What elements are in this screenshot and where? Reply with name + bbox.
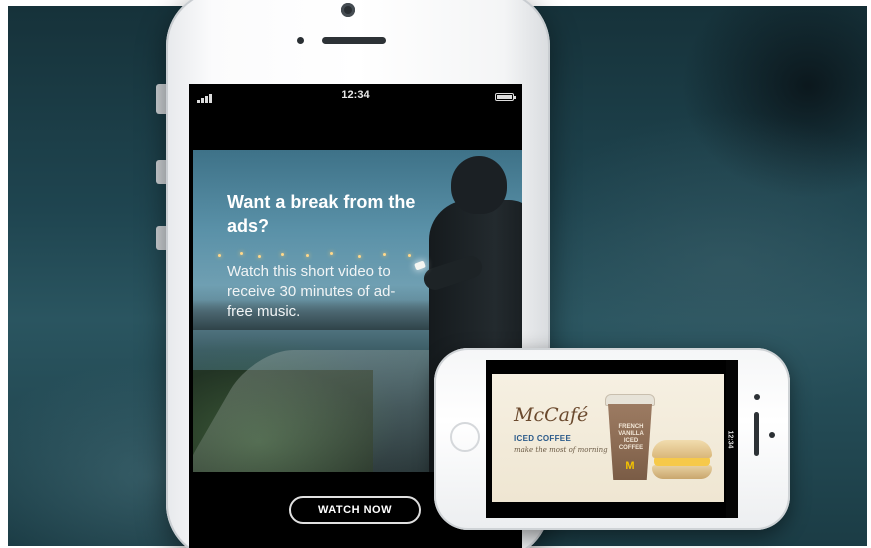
ad-body-text: Watch this short video to receive 30 min…: [227, 263, 396, 320]
landscape-phone: McCafé ICED COFFEE make the most of morn…: [434, 348, 790, 530]
breakfast-sandwich: [652, 440, 712, 484]
proximity-sensor: [297, 37, 304, 44]
battery-icon: [495, 93, 516, 101]
video-ad[interactable]: McCafé ICED COFFEE make the most of morn…: [492, 374, 724, 502]
landscape-camera-icon: [754, 394, 760, 400]
iced-coffee-cup: FRENCH VANILLA ICED COFFEE M: [605, 394, 655, 482]
cup-label: FRENCH VANILLA ICED COFFEE: [618, 424, 644, 451]
landscape-sensor: [769, 432, 775, 438]
landscape-speaker: [754, 412, 759, 456]
landscape-status-bar: 12:34: [726, 360, 738, 518]
volume-down-button: [156, 226, 166, 250]
mute-switch: [156, 84, 166, 114]
home-button[interactable]: [450, 422, 480, 452]
status-bar: 12:34: [189, 84, 522, 108]
status-time: 12:34: [341, 89, 370, 101]
earpiece-speaker: [322, 37, 386, 44]
golden-arches-logo: M: [625, 460, 635, 472]
watch-now-button[interactable]: WATCH NOW: [289, 496, 421, 524]
ad-tagline: make the most of morning: [514, 446, 608, 454]
landscape-screen: McCafé ICED COFFEE make the most of morn…: [486, 360, 738, 518]
ad-headline: Want a break from the ads?: [227, 192, 416, 236]
volume-up-button: [156, 160, 166, 184]
front-camera-icon: [341, 3, 355, 17]
mccafe-logo: McCafé: [514, 404, 589, 426]
landscape-status-time: 12:34: [726, 430, 734, 449]
product-name: ICED COFFEE: [514, 434, 572, 443]
